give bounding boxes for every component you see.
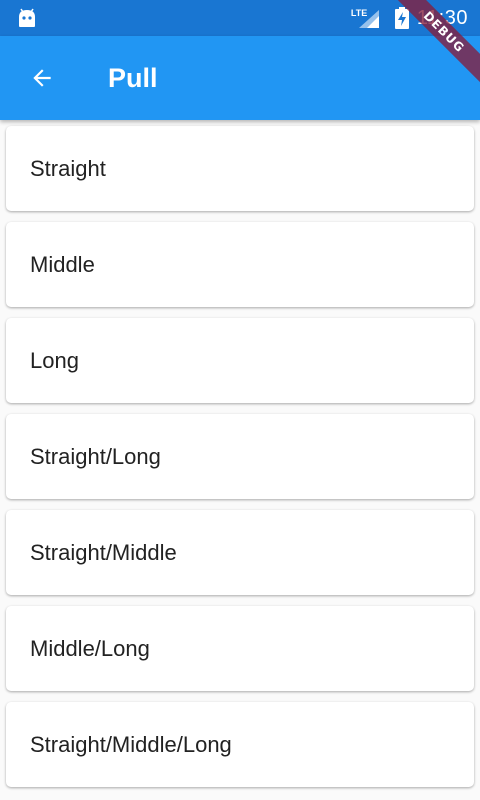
screen: LTE 11:30 Pull DEBUG Straight Middle Lon… [0,0,480,800]
list-item-label: Straight/Middle [30,540,177,565]
app-bar: Pull [0,36,480,120]
list-item-straight-long[interactable]: Straight/Long [6,414,474,499]
list-item-label: Long [30,348,79,373]
status-time: 11:30 [416,6,468,29]
list-item-straight[interactable]: Straight [6,126,474,211]
list-item-label: Straight [30,156,106,181]
page-title: Pull [108,63,158,93]
list-item-label: Middle [30,252,95,277]
status-bar: LTE 11:30 [0,0,480,36]
list-item-label: Middle/Long [30,636,150,661]
list-item-label: Straight/Middle/Long [30,732,232,757]
back-button[interactable] [18,54,66,102]
list-item-straight-middle[interactable]: Straight/Middle [6,510,474,595]
android-icon [19,8,35,27]
list-item-middle-long[interactable]: Middle/Long [6,606,474,691]
signal-icon: LTE [351,6,381,30]
arrow-back-icon [33,69,51,87]
status-indicators: LTE 11:30 [351,0,468,36]
list-item-long[interactable]: Long [6,318,474,403]
list-item-middle[interactable]: Middle [6,222,474,307]
battery-charging-icon [394,7,409,29]
list-item-label: Straight/Long [30,444,161,469]
list-item-straight-middle-long[interactable]: Straight/Middle/Long [6,702,474,787]
